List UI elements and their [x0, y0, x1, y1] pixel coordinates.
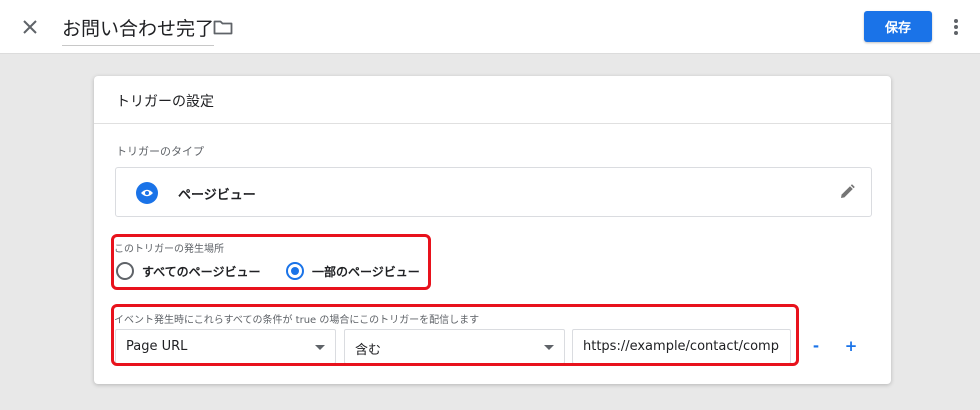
dropdown-caret-icon — [315, 345, 325, 350]
operator-value: 含む — [355, 343, 382, 358]
radio-all-pageviews[interactable]: すべてのページビュー — [116, 262, 260, 280]
radio-label: すべてのページビュー — [142, 264, 261, 279]
page-title[interactable]: お問い合わせ完了 — [62, 14, 215, 46]
radio-button[interactable] — [116, 262, 134, 280]
top-bar: お問い合わせ完了 保存 — [0, 0, 980, 54]
radio-some-pageviews[interactable]: 一部のページビュー — [286, 262, 420, 280]
pencil-icon[interactable] — [838, 183, 856, 201]
condition-label: イベント発生時にこれらすべての条件が true の場合にこのトリガーを配信します — [114, 315, 480, 326]
add-condition-button[interactable]: + — [840, 334, 862, 358]
radio-label: 一部のページビュー — [312, 264, 420, 279]
remove-condition-button[interactable]: - — [805, 334, 827, 358]
trigger-type-label: トリガーのタイプ — [116, 145, 204, 158]
close-button[interactable] — [18, 15, 42, 39]
trigger-config-card: トリガーの設定 トリガーのタイプ ページビュー このトリガーの発生場所 すべての… — [94, 76, 891, 384]
condition-value-input[interactable] — [572, 329, 791, 364]
fire-on-label: このトリガーの発生場所 — [114, 244, 224, 255]
variable-select[interactable]: Page URL — [115, 329, 336, 364]
radio-button-selected[interactable] — [286, 262, 304, 280]
dropdown-caret-icon — [544, 345, 554, 350]
eye-icon — [136, 182, 158, 204]
trigger-type-selector[interactable]: ページビュー — [115, 167, 872, 217]
save-button[interactable]: 保存 — [864, 11, 932, 42]
card-title: トリガーの設定 — [116, 94, 214, 110]
operator-select[interactable]: 含む — [344, 329, 565, 364]
folder-button[interactable] — [212, 17, 234, 37]
more-button[interactable] — [946, 15, 966, 39]
more-vert-icon — [954, 19, 958, 35]
card-header: トリガーの設定 — [94, 76, 891, 124]
trigger-type-name: ページビュー — [178, 188, 256, 203]
variable-value: Page URL — [126, 339, 188, 354]
close-icon — [23, 20, 37, 34]
folder-icon — [213, 20, 233, 35]
